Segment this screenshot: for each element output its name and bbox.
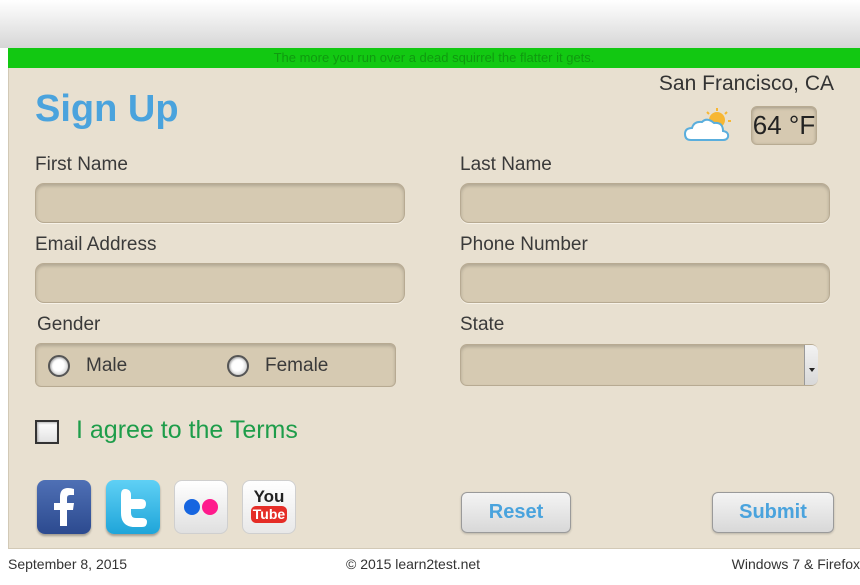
footer-copyright: © 2015 learn2test.net <box>346 556 481 572</box>
state-label: State <box>460 314 505 335</box>
email-field[interactable] <box>35 263 405 303</box>
first-name-label: First Name <box>35 154 128 175</box>
weather-city: San Francisco, CA <box>658 72 834 95</box>
gender-label: Gender <box>37 314 101 335</box>
page-title: Sign Up <box>35 88 179 130</box>
female-radio[interactable] <box>227 355 249 377</box>
phone-label: Phone Number <box>460 234 588 255</box>
reset-button[interactable]: Reset <box>461 492 571 533</box>
temperature-badge: 64 °F <box>751 106 817 145</box>
male-radio-label[interactable]: Male <box>86 355 127 377</box>
last-name-label: Last Name <box>460 154 552 175</box>
gender-radio-group: Male Female <box>35 343 396 387</box>
phone-field[interactable] <box>460 263 830 303</box>
terms-checkbox[interactable] <box>35 420 59 444</box>
last-name-field[interactable] <box>460 183 830 223</box>
youtube-text-top: You <box>254 487 285 506</box>
partly-cloudy-icon <box>683 108 731 141</box>
youtube-icon[interactable]: You Tube <box>242 480 296 534</box>
flickr-icon[interactable] <box>174 480 228 534</box>
female-radio-label[interactable]: Female <box>265 355 328 377</box>
first-name-field[interactable] <box>35 183 405 223</box>
submit-button[interactable]: Submit <box>712 492 834 533</box>
ticker-banner: The more you run over a dead squirrel th… <box>8 48 860 68</box>
twitter-icon[interactable] <box>106 480 160 534</box>
browser-top-bar <box>0 0 860 48</box>
male-radio[interactable] <box>48 355 70 377</box>
youtube-text-bottom: Tube <box>253 506 286 522</box>
email-label: Email Address <box>35 234 157 255</box>
chevron-down-icon[interactable] <box>804 345 818 385</box>
footer-platform: Windows 7 & Firefox <box>731 556 860 572</box>
signup-panel: Sign Up San Francisco, CA 64 °F First Na… <box>8 68 860 549</box>
terms-label[interactable]: I agree to the Terms <box>76 416 298 445</box>
facebook-icon[interactable] <box>37 480 91 534</box>
state-select[interactable] <box>460 344 818 386</box>
footer-date: September 8, 2015 <box>8 556 128 572</box>
